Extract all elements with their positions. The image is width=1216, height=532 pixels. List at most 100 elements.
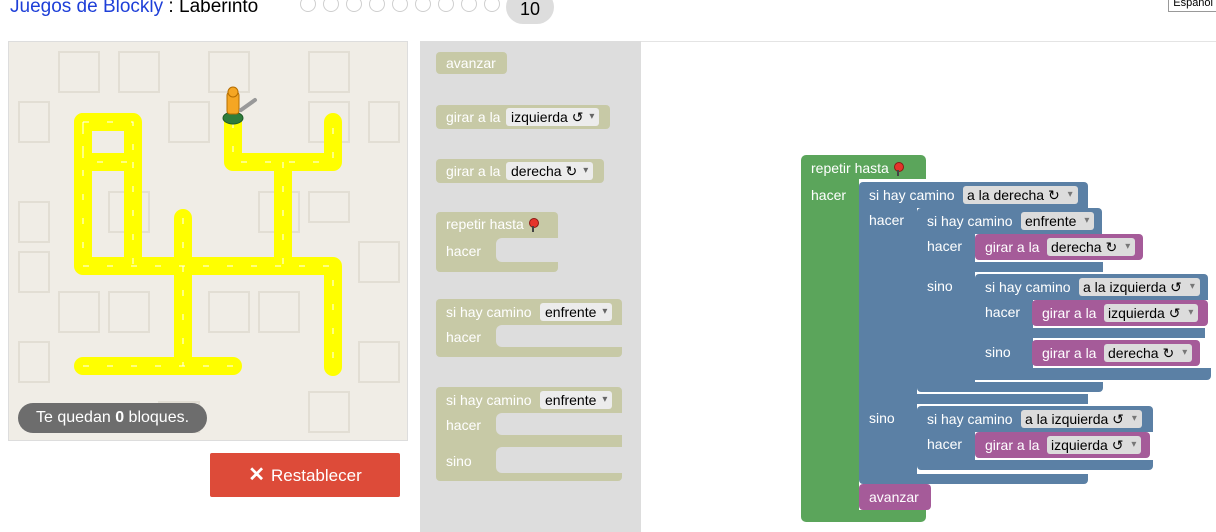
turn-right-2-label: girar a la: [1042, 345, 1097, 361]
if-left-footer: [975, 368, 1211, 380]
level-6-dot[interactable]: [415, 0, 431, 12]
toolbox-turn-left-label: girar a la: [446, 109, 501, 125]
goal-pin-icon: [528, 218, 539, 233]
toolbox-advance-block[interactable]: avanzar: [436, 52, 507, 74]
turn-left-2-dropdown[interactable]: izquierda ↺: [1047, 436, 1142, 454]
turn-left-dropdown[interactable]: izquierda ↺: [1104, 304, 1199, 322]
toolbox-ifelse-dropdown[interactable]: enfrente: [540, 391, 613, 409]
advance-label: avanzar: [869, 489, 919, 505]
toolbox-ifelse-else-slot: [496, 447, 622, 473]
turn-right-block[interactable]: girar a la derecha ↻: [975, 234, 1143, 260]
if-left-label: si hay camino: [985, 279, 1071, 295]
if-front-else-label: sino: [927, 278, 953, 294]
repeat-until-label: repetir hasta: [811, 160, 904, 177]
advance-block[interactable]: avanzar: [859, 484, 931, 510]
if-left-dropdown[interactable]: a la izquierda ↺: [1079, 278, 1200, 296]
reset-label: Restablecer: [271, 466, 362, 485]
if-front-dropdown[interactable]: enfrente: [1021, 212, 1095, 230]
repeat-until-footer: [801, 510, 926, 522]
toolbox-repeat-do-label: hacer: [446, 243, 482, 259]
turn-right-label: girar a la: [985, 239, 1040, 255]
blockly-games-link[interactable]: Juegos de Blockly: [10, 0, 163, 17]
if-front-mid-bar: [917, 262, 1103, 272]
if-front-spine: hacer sino: [917, 234, 975, 384]
current-level-badge: 10: [506, 0, 554, 24]
if-left-block[interactable]: si hay camino a la izquierda ↺: [975, 274, 1208, 300]
level-9-dot[interactable]: [484, 0, 500, 12]
remaining-count: 0: [115, 409, 125, 426]
if-front-do-label: hacer: [927, 238, 963, 254]
toolbox-turn-left-dropdown[interactable]: izquierda ↺: [506, 108, 600, 126]
if-right-label: si hay camino: [869, 187, 955, 203]
toolbox-repeat-slot: [496, 238, 558, 262]
toolbox-repeat-text: repetir hasta: [446, 216, 524, 232]
repeat-until-block[interactable]: repetir hasta: [801, 155, 926, 179]
turn-left-2-label: girar a la: [985, 437, 1040, 453]
language-select[interactable]: Español: [1168, 0, 1216, 12]
if-right-block[interactable]: si hay camino a la derecha ↻: [859, 182, 1088, 208]
title-separator: :: [163, 0, 179, 17]
if-left-do-label: hacer: [985, 304, 1021, 320]
toolbox-if-block[interactable]: si hay camino enfrente hacer: [436, 299, 622, 357]
if-right-mid-bar: [859, 394, 1088, 404]
if-right-else-label: sino: [869, 410, 895, 426]
blocks-remaining-badge: Te quedan 0 bloques.: [18, 403, 208, 433]
game-name: Laberinto: [179, 0, 259, 17]
maze-drawing: [18, 51, 400, 433]
turn-left-2-block[interactable]: girar a la izquierda ↺: [975, 432, 1150, 458]
if-left-mid-bar: [975, 328, 1205, 338]
level-2-dot[interactable]: [323, 0, 339, 12]
turn-right-dropdown[interactable]: derecha ↻: [1047, 238, 1136, 256]
toolbox-repeat-label: repetir hasta: [446, 216, 539, 233]
if-right-footer: [859, 474, 1088, 484]
level-3-dot[interactable]: [346, 0, 362, 12]
if-left-2-dropdown[interactable]: a la izquierda ↺: [1021, 410, 1142, 428]
remaining-prefix: Te quedan: [36, 409, 116, 426]
toolbox-if-dropdown[interactable]: enfrente: [540, 303, 613, 321]
toolbox-if-do-label: hacer: [446, 329, 482, 345]
toolbox-advance-label: avanzar: [446, 55, 496, 71]
maze-canvas: [8, 41, 408, 441]
toolbox-ifelse-label: si hay camino: [446, 392, 532, 408]
toolbox-turn-left-block[interactable]: girar a la izquierda ↺: [436, 105, 610, 129]
if-right-do-label: hacer: [869, 212, 905, 228]
turn-right-2-dropdown[interactable]: derecha ↻: [1104, 344, 1193, 362]
level-7-dot[interactable]: [438, 0, 454, 12]
toolbox-turn-right-dropdown[interactable]: derecha ↻: [506, 162, 594, 180]
goal-pin-icon: [893, 162, 904, 177]
turn-right-2-block[interactable]: girar a la derecha ↻: [1032, 340, 1200, 366]
if-left-2-do-label: hacer: [927, 436, 963, 452]
if-front-footer: [917, 382, 1103, 392]
level-5-dot[interactable]: [392, 0, 408, 12]
if-front-label: si hay camino: [927, 213, 1013, 229]
if-right-dropdown[interactable]: a la derecha ↻: [963, 186, 1078, 204]
toolbox-flyout: avanzar girar a la izquierda ↺ girar a l…: [420, 41, 641, 532]
toolbox-ifelse-do-slot: [496, 413, 622, 435]
toolbox-turn-right-label: girar a la: [446, 163, 501, 179]
repeat-until-text: repetir hasta: [811, 160, 889, 176]
if-left-else-label: sino: [985, 344, 1011, 360]
if-left-2-label: si hay camino: [927, 411, 1013, 427]
if-left-2-footer: [917, 460, 1153, 470]
toolbox-ifelse-block[interactable]: si hay camino enfrente hacer sino: [436, 387, 622, 481]
level-1-dot[interactable]: [300, 0, 316, 12]
if-front-block[interactable]: si hay camino enfrente: [917, 208, 1102, 234]
toolbox-ifelse-else-label: sino: [446, 453, 472, 469]
close-icon: ✕: [248, 464, 266, 486]
toolbox-turn-right-block[interactable]: girar a la derecha ↻: [436, 159, 604, 183]
turn-left-block[interactable]: girar a la izquierda ↺: [1032, 300, 1208, 326]
level-8-dot[interactable]: [461, 0, 477, 12]
turn-left-label: girar a la: [1042, 305, 1097, 321]
repeat-do-label: hacer: [811, 187, 847, 203]
page-title: Juegos de Blockly : Laberinto: [10, 0, 258, 18]
reset-button[interactable]: ✕ Restablecer: [210, 453, 400, 497]
if-left-2-block[interactable]: si hay camino a la izquierda ↺: [917, 406, 1153, 432]
repeat-until-spine: hacer: [801, 179, 859, 512]
if-left-2-spine: hacer: [917, 432, 975, 460]
header-divider: [640, 41, 1216, 42]
toolbox-if-label: si hay camino: [446, 304, 532, 320]
level-4-dot[interactable]: [369, 0, 385, 12]
toolbox-repeat-block[interactable]: repetir hasta hacer: [436, 212, 558, 272]
remaining-suffix: bloques.: [124, 409, 190, 426]
toolbox-ifelse-do-label: hacer: [446, 417, 482, 433]
